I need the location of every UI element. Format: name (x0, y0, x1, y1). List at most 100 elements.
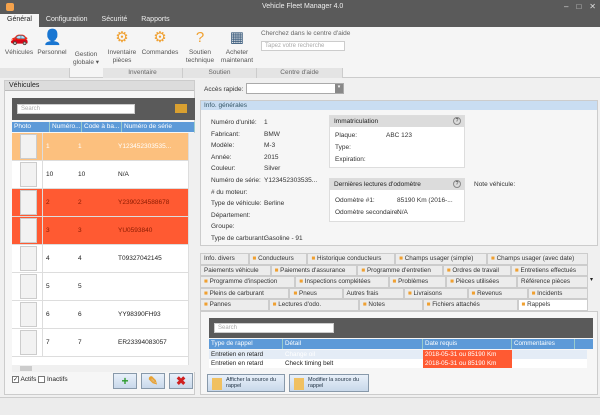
col-reminder-type[interactable]: Type de rappel (209, 339, 283, 349)
tab-programme-d-inspection[interactable]: ■ Programme d'inspection (200, 276, 296, 288)
help-search-input[interactable]: Tapez votre recherche (261, 41, 345, 51)
maximize-button[interactable]: □ (576, 2, 581, 11)
tab-lectures-d-odo-[interactable]: ■ Lectures d'odo. (268, 299, 359, 311)
field-value: BMW (264, 130, 280, 138)
tab-incidents[interactable]: ■ Incidents (527, 287, 588, 299)
field-label: # du moteur: (211, 188, 248, 196)
vehicle-row[interactable]: 6 6 YY98390FH93 (12, 301, 188, 329)
show-reminder-source-button[interactable]: Afficher la source du rappel (207, 374, 285, 392)
field-value: Y123452303535... (264, 177, 318, 184)
person-icon: 👤 (43, 29, 62, 46)
field-value: Berline (264, 200, 285, 208)
col-number[interactable]: Numéro... (50, 122, 82, 132)
question-icon: ? (195, 29, 205, 46)
tab-livraisons[interactable]: ■ Livraisons (403, 287, 468, 299)
vehicle-photo (20, 162, 37, 187)
tab-autres-frais[interactable]: Autres frais (342, 287, 404, 299)
tab-info-divers[interactable]: Info. divers (200, 253, 249, 265)
delete-vehicle-button[interactable]: ✖ (169, 373, 193, 389)
edit-vehicle-button[interactable]: ✎ (141, 373, 165, 389)
menu-tab-rapports[interactable]: Rapports (134, 14, 176, 27)
field-label: Odomètre secondaire: (335, 209, 400, 216)
vehicle-row[interactable]: 3 3 YU0593840 (12, 217, 188, 245)
reminder-row[interactable]: Entretien en retard Check timing belt 2018… (209, 359, 587, 368)
tabs-overflow-icon[interactable]: ▾ (590, 276, 593, 283)
close-button[interactable]: ✕ (589, 2, 596, 11)
group-soutien: Soutien (183, 68, 257, 78)
col-detail[interactable]: Détail (283, 339, 423, 349)
vehicle-row[interactable]: 2 2 Y2390234588678 (12, 189, 188, 217)
vehicle-row[interactable]: 7 7 ER23394083057 (12, 329, 188, 357)
quick-access-dropdown[interactable]: ▾ (246, 83, 344, 94)
tab-conducteurs[interactable]: ■ Conducteurs (248, 253, 308, 265)
general-info-header[interactable]: Info. générales (201, 101, 597, 110)
col-photo[interactable]: Photo (12, 122, 50, 132)
col-barcode[interactable]: Code à ba... (82, 122, 122, 132)
inactive-checkbox[interactable] (38, 376, 46, 383)
buy-now-button[interactable]: ▦ Acheter maintenant (218, 30, 256, 65)
tab-entretiens-effectu-s[interactable]: ■ Entretiens effectués (510, 264, 588, 276)
horizontal-scrollbar[interactable] (12, 365, 195, 372)
tech-support-button[interactable]: ? Soutien technique (183, 30, 217, 65)
vehicles-button[interactable]: 🚗 Véhicules (2, 30, 36, 57)
active-checkbox[interactable]: ✓ (12, 376, 19, 383)
tab-pleins-de-carburant[interactable]: ■ Pleins de carburant (200, 287, 290, 299)
field-value: Silver (264, 165, 281, 173)
cell-code: 3 (78, 227, 82, 234)
tab-notes[interactable]: ■ Notes (358, 299, 423, 311)
tab-fichiers-attach-s[interactable]: ■ Fichiers attachés (422, 299, 518, 311)
vehicle-row[interactable]: 4 4 T09327042145 (12, 245, 188, 273)
tab-pneus[interactable]: ■ Pneus (289, 287, 343, 299)
tab-pannes[interactable]: ■ Pannes (200, 299, 269, 311)
group-inventaire: Inventaire (103, 68, 183, 78)
field-label: Numéro de série: (211, 177, 261, 184)
reminder-search-input[interactable]: Search (214, 323, 334, 333)
tab-inspections-compl-t-es[interactable]: ■ Inspections complétées (295, 276, 389, 288)
parts-inventory-button[interactable]: ⚙ Inventaire pièces (105, 30, 139, 65)
orders-button[interactable]: ⚙ Commandes (140, 30, 180, 57)
cell-type: Entretien en retard (211, 351, 264, 358)
vehicle-photo (20, 134, 37, 159)
tab-programme-d-entretien[interactable]: ■ Programme d'entretien (357, 264, 443, 276)
cell-type: Entretien en retard (211, 360, 264, 367)
tab-champs-usager-avec-date-[interactable]: ■ Champs usager (avec date) (487, 253, 588, 265)
vehicle-search-input[interactable]: Search (17, 104, 135, 114)
general-info-section: Info. générales Numéro d'unité: 1 Fabrican… (200, 100, 598, 246)
help-icon[interactable]: ? (453, 180, 461, 188)
tab-revenus[interactable]: ■ Revenus (467, 287, 528, 299)
cell-detail: Change oil (285, 351, 316, 358)
tab-paiements-d-assurance[interactable]: ■ Paiements d'assurance (270, 264, 358, 276)
col-due-date[interactable]: Date requis (423, 339, 512, 349)
tab-r-f-rence-pi-ces[interactable]: Référence pièces (517, 276, 588, 288)
vehicle-row[interactable]: 55 (12, 273, 188, 301)
vehicle-row[interactable]: 1 1 Y123452303535... (12, 133, 188, 161)
help-icon[interactable]: ? (453, 117, 461, 125)
tab-rappels[interactable]: ■ Rappels (517, 299, 588, 311)
menu-tab-general[interactable]: Général (0, 14, 39, 27)
field-label: Groupe: (211, 223, 235, 231)
add-vehicle-button[interactable]: + (113, 373, 137, 389)
tab-probl-mes[interactable]: ■ Problèmes (388, 276, 447, 288)
cell-num: 1 (46, 143, 50, 150)
cell-code: 2 (78, 199, 82, 206)
tab-historique-conducteurs[interactable]: ■ Historique conducteurs (307, 253, 396, 265)
global-management-button[interactable]: Gestion globale ▾ (70, 51, 102, 67)
col-comments[interactable]: Commentaires (512, 339, 575, 349)
field-label: Fabricant: (211, 130, 240, 138)
tab-pi-ces-utilis-es[interactable]: ■ Pièces utilisées (446, 276, 518, 288)
col-serial[interactable]: Numéro de série (122, 122, 195, 132)
tab-ordres-de-travail[interactable]: ■ Ordres de travail (442, 264, 511, 276)
vertical-scrollbar[interactable] (188, 133, 195, 365)
quick-access-label: Accès rapide: (204, 86, 244, 93)
grid-options-icon[interactable] (175, 104, 187, 113)
ribbon: 🚗 Véhicules 👤 Personnel Gestion globale ▾ … (0, 27, 600, 78)
minimize-button[interactable]: – (564, 2, 568, 11)
personnel-button[interactable]: 👤 Personnel (36, 30, 68, 57)
menu-tab-configuration[interactable]: Configuration (39, 14, 95, 27)
vehicle-row[interactable]: 10 10 N/A (12, 161, 188, 189)
tab-champs-usager-simple-[interactable]: ■ Champs usager (simple) (395, 253, 488, 265)
menu-tab-securite[interactable]: Sécurité (95, 14, 135, 27)
reminder-row[interactable]: Entretien en retard Change oil 2018-05-31 … (209, 350, 587, 359)
edit-reminder-source-button[interactable]: Modifier la source du rappel (289, 374, 369, 392)
tab-paiements-v-hicule[interactable]: Paiements véhicule (200, 264, 271, 276)
